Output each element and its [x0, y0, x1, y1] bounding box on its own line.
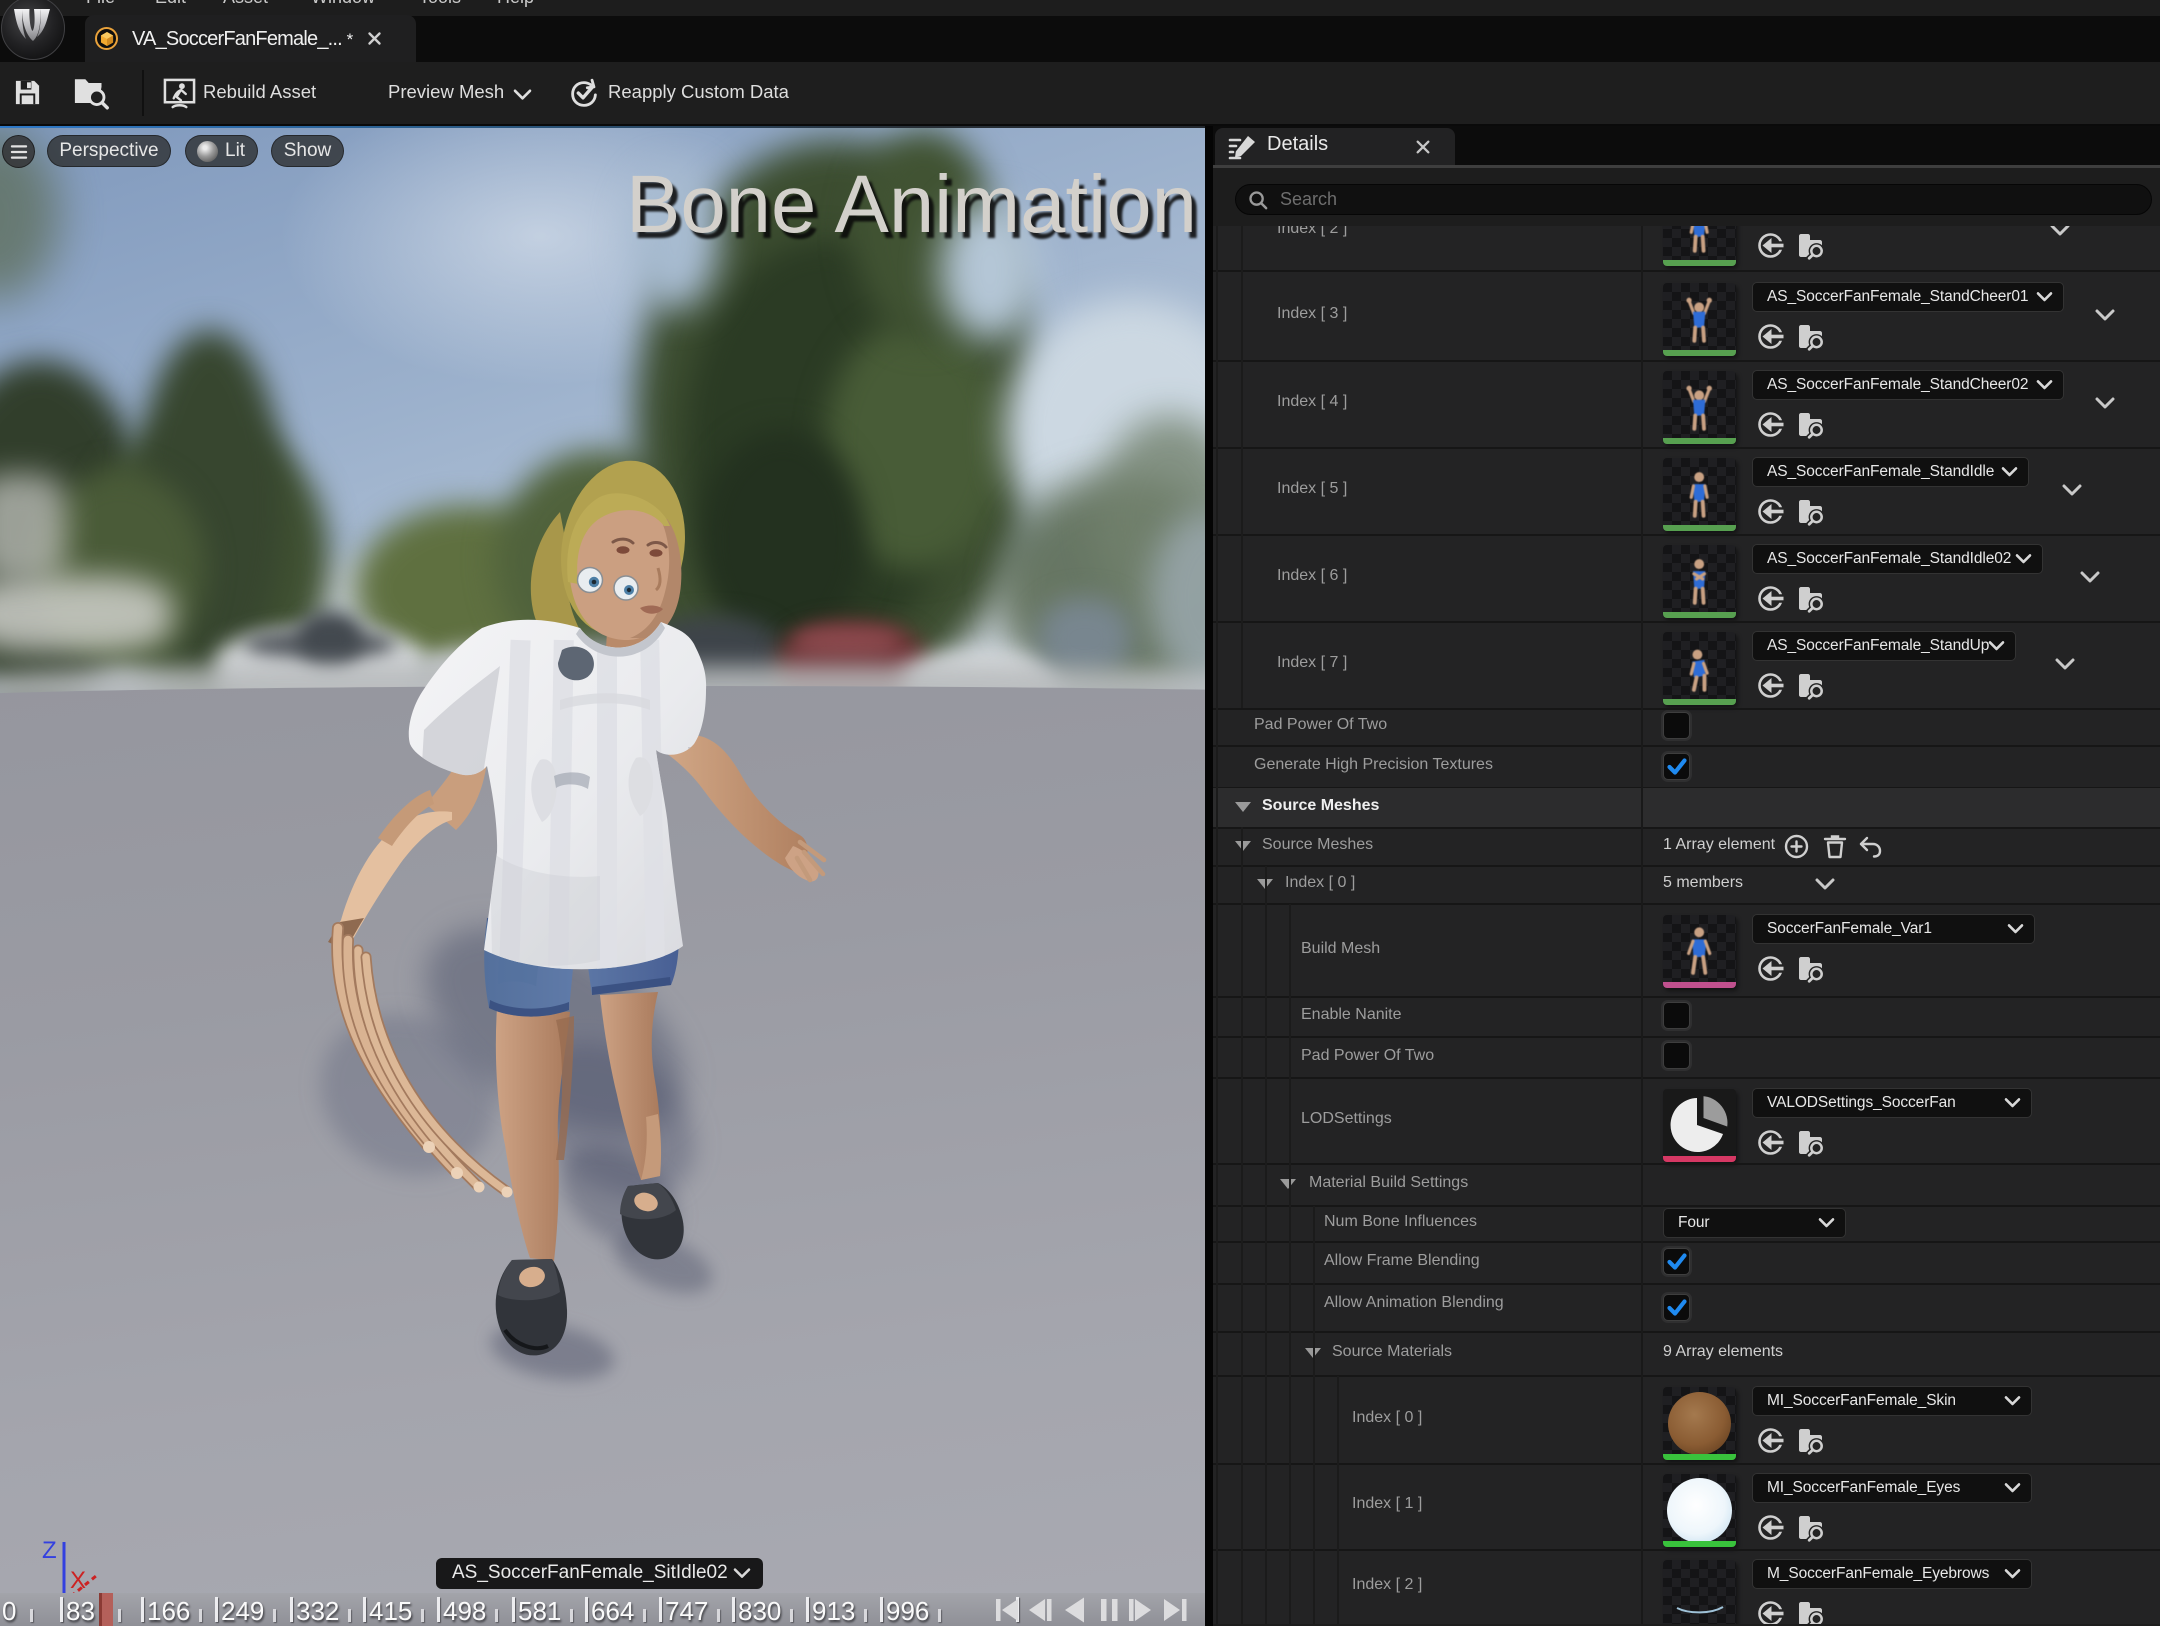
- svg-text:Z: Z: [42, 1537, 57, 1564]
- svg-text:X: X: [70, 1567, 86, 1594]
